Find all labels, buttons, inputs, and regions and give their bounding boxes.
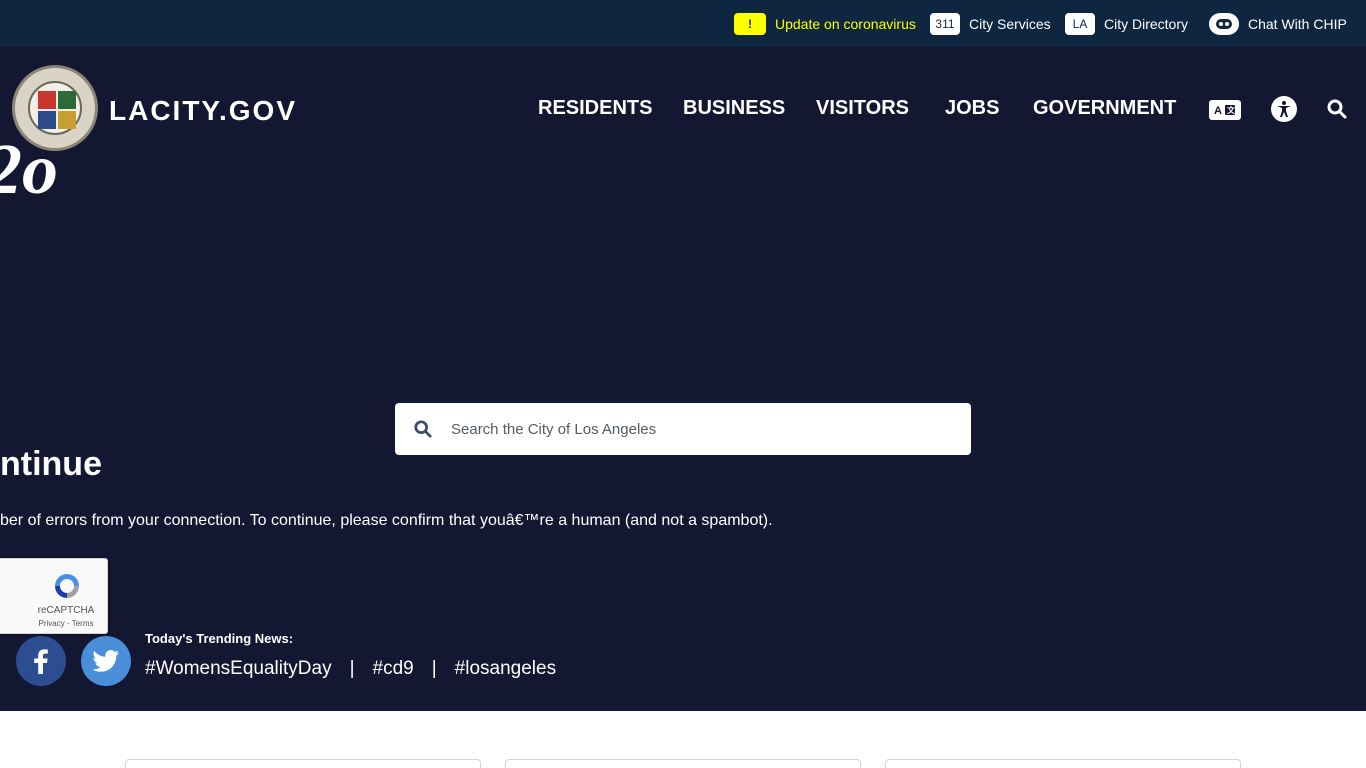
chat-chip-label: Chat With CHIP (1248, 16, 1347, 32)
accessibility-icon[interactable] (1271, 96, 1297, 122)
recaptcha-icon (52, 571, 82, 601)
trending-tags: #WomensEqualityDay | #cd9 | #losangeles (145, 658, 556, 680)
search-input[interactable] (451, 404, 971, 454)
twitter-icon (92, 650, 119, 672)
svg-text:A: A (1214, 105, 1222, 117)
city-services-link[interactable]: 311 City Services (930, 13, 1051, 35)
magnifier-icon[interactable] (395, 403, 451, 455)
trending-tag[interactable]: #losangeles (455, 658, 556, 680)
recaptcha-widget[interactable]: reCAPTCHA Privacy - Terms (0, 558, 108, 634)
nav-jobs[interactable]: JOBS (945, 97, 999, 120)
recaptcha-label: reCAPTCHA (37, 605, 95, 616)
nav-government[interactable]: GOVERNMENT (1033, 97, 1176, 120)
city-services-label: City Services (969, 16, 1051, 32)
recaptcha-links[interactable]: Privacy - Terms (0, 619, 107, 628)
twitter-button[interactable] (81, 636, 131, 686)
content-card[interactable] (505, 759, 861, 768)
nav-business[interactable]: BUSINESS (683, 97, 785, 120)
content-card[interactable] (885, 759, 1241, 768)
seal-quadrant (38, 111, 56, 129)
la-badge: LA (1065, 13, 1095, 35)
trending-tag[interactable]: #cd9 (373, 658, 414, 680)
error-heading: ntinue (0, 445, 102, 483)
coronavirus-update-label: Update on coronavirus (775, 16, 916, 32)
chatbot-icon (1209, 13, 1239, 35)
hero-section: 2o LACITY.GOV RESIDENTS BUSINESS VISITOR… (0, 47, 1366, 711)
seal-quadrant (38, 91, 56, 109)
nav-visitors[interactable]: VISITORS (816, 97, 909, 120)
city-seal-logo[interactable] (12, 65, 98, 151)
translate-icon[interactable]: A文 (1209, 100, 1241, 120)
seal-shield (28, 81, 82, 135)
city-directory-link[interactable]: LA City Directory (1065, 13, 1188, 35)
facebook-button[interactable] (16, 636, 66, 686)
chat-chip-link[interactable]: Chat With CHIP (1209, 13, 1347, 35)
utility-bar: ! Update on coronavirus 311 City Service… (0, 0, 1366, 47)
trending-separator: | (349, 658, 355, 679)
city-directory-label: City Directory (1104, 16, 1189, 32)
svg-text:文: 文 (1227, 105, 1236, 115)
trending-label: Today's Trending News: (145, 631, 294, 646)
nav-residents[interactable]: RESIDENTS (538, 97, 652, 120)
trending-separator: | (431, 658, 437, 679)
seal-quadrant (58, 91, 76, 109)
coronavirus-update-link[interactable]: ! Update on coronavirus (734, 13, 916, 35)
facebook-icon (34, 649, 48, 674)
site-brand[interactable]: LACITY.GOV (109, 95, 297, 127)
content-card[interactable] (125, 759, 481, 768)
site-search (395, 403, 971, 455)
seal-quadrant (58, 111, 76, 129)
alert-badge: ! (734, 13, 766, 35)
search-icon[interactable] (1326, 98, 1348, 120)
trending-tag[interactable]: #WomensEqualityDay (145, 658, 332, 680)
error-message: ber of errors from your connection. To c… (0, 512, 773, 529)
311-badge: 311 (930, 13, 960, 35)
